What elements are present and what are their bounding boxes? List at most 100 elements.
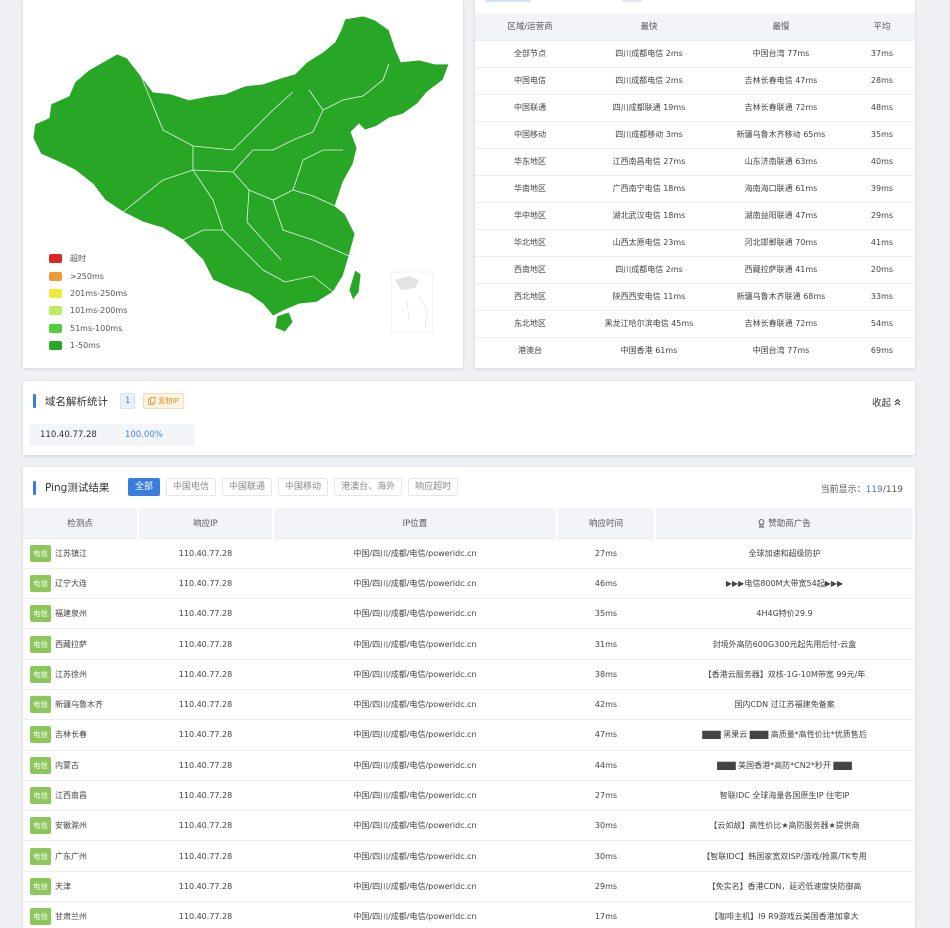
isp-badge: 电信 xyxy=(30,635,51,653)
ip-location: 中国/四川/成都/电信/poweridc.cn xyxy=(273,688,557,720)
collapse-button[interactable]: 收起 xyxy=(872,395,901,409)
filter-tab[interactable]: 中国移动 xyxy=(278,478,329,496)
tab-indicator[interactable] xyxy=(485,0,531,2)
response-time: 46ms xyxy=(557,567,655,599)
region-average: 41ms xyxy=(849,228,915,256)
ping-title: Ping测试结果 xyxy=(45,482,110,494)
response-time: 17ms xyxy=(557,901,655,928)
node-name: 江苏镇江 xyxy=(55,548,87,558)
dns-title: 域名解析统计 xyxy=(45,395,108,408)
node-name: 安徽滁州 xyxy=(55,821,87,831)
sponsor-ad[interactable]: 封境外高防600G300元起先用后付-云盒 xyxy=(655,628,914,660)
region-row: 中国移动 四川成都移动 3ms 新疆乌鲁木齐移动 65ms 35ms xyxy=(475,120,915,148)
section-accent-bar xyxy=(33,480,36,495)
ip-location: 中国/四川/成都/电信/poweridc.cn xyxy=(273,537,557,569)
sponsor-ad[interactable]: 国内CDN 过江苏福建免备案 xyxy=(655,688,914,720)
col-response-ip: 响应IP xyxy=(138,508,274,538)
region-slowest: 山东济南联通 63ms xyxy=(713,147,849,175)
response-ip: 110.40.77.28 xyxy=(138,658,273,690)
legend-item[interactable]: 51ms-100ms xyxy=(49,320,127,337)
table-row: 电信 江苏镇江 110.40.77.28 中国/四川/成都/电信/poweridc.c… xyxy=(23,537,914,569)
region-fastest: 四川成都电信 2ms xyxy=(585,39,713,67)
section-accent-bar xyxy=(33,394,36,408)
region-row: 华南地区 广西南宁电信 18ms 海南海口联通 61ms 39ms xyxy=(475,174,915,202)
region-row: 华中地区 湖北武汉电信 18ms 湖南益阳联通 47ms 29ms xyxy=(475,201,915,229)
sponsor-ad[interactable]: 智联IDC 全球海量各国原生IP 住宅IP xyxy=(655,779,914,811)
copy-ip-button[interactable]: 复制IP xyxy=(143,393,184,409)
node-cell: 电信 江苏镇江 xyxy=(23,537,138,569)
sponsor-ad[interactable]: ▇▇▇ 美国香港*高防*CN2*秒开 ▇▇▇ xyxy=(655,749,914,781)
tab-indicator-secondary[interactable] xyxy=(622,0,642,2)
response-time: 30ms xyxy=(557,840,655,872)
region-row: 全部节点 四川成都电信 2ms 中国台湾 77ms 37ms xyxy=(475,39,915,67)
dns-record-percent: 100.00% xyxy=(125,430,163,440)
region-average: 35ms xyxy=(849,120,915,148)
region-row: 华北地区 山西太原电信 23ms 河北邯郸联通 70ms 41ms xyxy=(475,228,915,256)
region-row: 港澳台 中国香港 61ms 中国台湾 77ms 69ms xyxy=(475,336,915,364)
legend-item[interactable]: 101ms-200ms xyxy=(49,302,127,319)
isp-badge: 电信 xyxy=(30,544,51,562)
sponsor-ad[interactable]: 【智联IDC】韩国家宽双ISP/游戏/抢票/TK专用 xyxy=(655,840,914,872)
chevron-double-up-icon xyxy=(894,398,901,406)
table-row: 电信 甘肃兰州 110.40.77.28 中国/四川/成都/电信/poweridc.c… xyxy=(23,901,914,928)
node-cell: 电信 福建泉州 xyxy=(23,598,138,629)
region-average: 33ms xyxy=(849,282,915,310)
table-row: 电信 新疆乌鲁木齐 110.40.77.28 中国/四川/成都/电信/poweridc… xyxy=(23,688,914,720)
node-cell: 电信 西藏拉萨 xyxy=(23,628,138,660)
dns-record-ip: 110.40.77.28 xyxy=(40,430,97,440)
sponsor-ad[interactable]: ▶▶▶电信800M大带宽54起▶▶▶ xyxy=(655,567,914,599)
region-name: 中国电信 xyxy=(475,66,585,94)
sponsor-ad[interactable]: 全球加速和超级防护 xyxy=(655,537,914,569)
legend-swatch xyxy=(49,288,62,298)
region-row: 西北地区 陕西西安电信 11ms 新疆乌鲁木齐联通 68ms 33ms xyxy=(475,282,915,310)
region-slowest: 新疆乌鲁木齐联通 68ms xyxy=(713,282,849,310)
filter-tab[interactable]: 港澳台、海外 xyxy=(334,478,403,496)
response-ip: 110.40.77.28 xyxy=(138,598,273,629)
sponsor-ad[interactable]: 4H4G特价29.9 xyxy=(655,598,914,629)
region-name: 中国移动 xyxy=(475,120,585,148)
filter-tab[interactable]: 响应超时 xyxy=(408,478,459,496)
region-name: 西南地区 xyxy=(475,255,585,283)
region-fastest: 中国香港 61ms xyxy=(585,336,713,364)
map-hainan[interactable] xyxy=(274,311,294,333)
response-time: 31ms xyxy=(557,628,655,660)
table-row: 电信 江西南昌 110.40.77.28 中国/四川/成都/电信/poweridc.c… xyxy=(23,779,914,811)
col-response-time: 响应时间 xyxy=(557,508,656,538)
filter-tab[interactable]: 中国联通 xyxy=(222,478,273,496)
filter-tab[interactable]: 全部 xyxy=(128,478,161,496)
node-cell: 电信 江西南昌 xyxy=(23,779,138,811)
region-average: 69ms xyxy=(849,336,915,364)
isp-badge: 电信 xyxy=(30,847,51,865)
legend-item[interactable]: 201ms-250ms xyxy=(49,285,127,302)
legend-item[interactable]: >250ms xyxy=(49,267,127,284)
ip-location: 中国/四川/成都/电信/poweridc.cn xyxy=(273,567,557,599)
isp-badge: 电信 xyxy=(30,756,51,774)
sponsor-ad[interactable]: 【免实名】香港CDN，延迟低速度快防御高 xyxy=(655,870,914,902)
legend-label: 51ms-100ms xyxy=(70,323,123,333)
sponsor-ad[interactable]: 【云如故】高性价比★高防服务器★提供商 xyxy=(655,810,914,841)
region-name: 东北地区 xyxy=(475,309,585,337)
node-name: 江西南昌 xyxy=(55,791,87,801)
sponsor-ad[interactable]: 【咖啡主机】I9 R9游戏云美国香港加拿大 xyxy=(655,901,914,928)
response-ip: 110.40.77.28 xyxy=(138,810,273,841)
region-fastest: 陕西西安电信 11ms xyxy=(585,282,713,310)
legend-item[interactable]: 超时 xyxy=(49,250,127,267)
region-slowest: 新疆乌鲁木齐移动 65ms xyxy=(713,120,849,148)
region-average: 40ms xyxy=(849,147,915,175)
col-ip-location: IP位置 xyxy=(273,508,558,538)
sponsor-ad[interactable]: ▇▇▇ 黑果云 ▇▇▇ 高质量*高性价比*优质售后 xyxy=(655,719,914,751)
dns-record[interactable]: 110.40.77.28 100.00% xyxy=(29,424,195,446)
node-name: 天津 xyxy=(55,881,71,891)
col-region: 区域/运营商 xyxy=(475,13,585,40)
ip-location: 中国/四川/成都/电信/poweridc.cn xyxy=(273,901,557,928)
legend-swatch xyxy=(49,306,62,316)
filter-tab[interactable]: 中国电信 xyxy=(166,478,217,496)
copy-ip-label: 复制IP xyxy=(158,397,179,405)
map-taiwan[interactable] xyxy=(348,269,362,301)
legend-item[interactable]: 1-50ms xyxy=(49,337,127,354)
ip-location: 中国/四川/成都/电信/poweridc.cn xyxy=(273,658,557,690)
node-cell: 电信 安徽滁州 xyxy=(23,810,138,841)
region-average: 37ms xyxy=(849,39,915,67)
sponsor-ad[interactable]: 【香港云服务器】双核-1G-10M带宽 99元/年 xyxy=(655,658,914,690)
table-row: 电信 安徽滁州 110.40.77.28 中国/四川/成都/电信/poweridc.c… xyxy=(23,810,914,841)
